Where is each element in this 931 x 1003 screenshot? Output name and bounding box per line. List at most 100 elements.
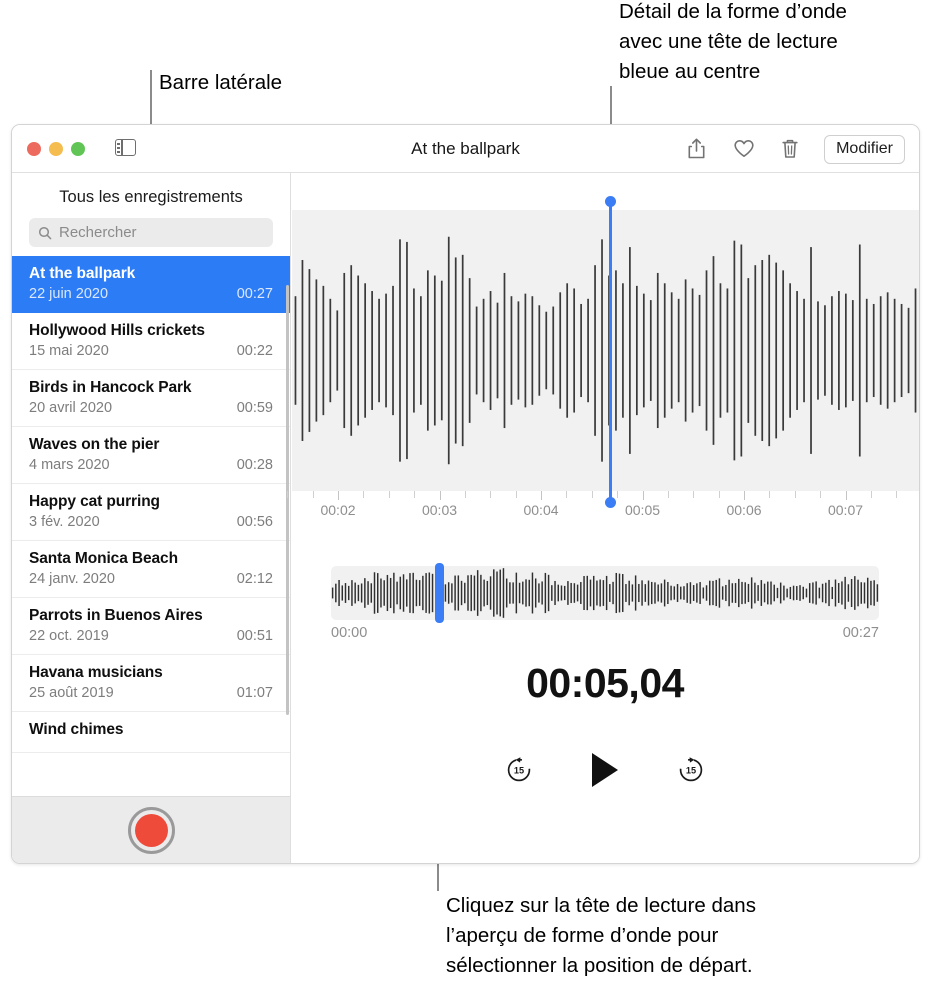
window-body: Tous les enregistrements At the ballpark… — [12, 173, 919, 863]
list-item[interactable]: Happy cat purring 3 fév. 2020 00:56 — [12, 484, 290, 541]
callout-waveform-detail-label: Détail de la forme d’onde avec une tête … — [619, 0, 847, 83]
recording-duration: 00:59 — [236, 400, 273, 416]
list-item[interactable]: Havana musicians 25 août 2019 01:07 — [12, 655, 290, 712]
ruler-tick — [515, 491, 517, 498]
ruler-tick — [464, 491, 466, 498]
ruler-tick — [870, 491, 872, 498]
search-input[interactable] — [59, 224, 264, 241]
ruler-label: 00:03 — [421, 502, 458, 518]
recording-duration: 00:56 — [236, 514, 273, 530]
trash-icon[interactable] — [780, 137, 801, 161]
sidebar-footer — [12, 796, 290, 863]
ruler-tick — [718, 491, 720, 498]
ruler-tick — [820, 491, 822, 498]
playhead-knob-bottom — [605, 497, 616, 508]
playback-controls: 15 15 — [291, 753, 919, 787]
recording-duration: 00:28 — [236, 457, 273, 473]
list-item[interactable]: Waves on the pier 4 mars 2020 00:28 — [12, 427, 290, 484]
ruler-label: 00:05 — [624, 502, 661, 518]
ruler-tick — [363, 491, 365, 498]
waveform-overview[interactable] — [331, 566, 879, 620]
search-icon — [38, 226, 52, 239]
ruler-tick — [541, 491, 542, 500]
ruler-tick — [566, 491, 568, 498]
overview-playhead-handle[interactable] — [435, 563, 444, 623]
record-button[interactable] — [127, 807, 175, 854]
recordings-list: At the ballpark 22 juin 2020 00:27 Hollywoo… — [12, 256, 290, 753]
ruler-label: 00:02 — [320, 502, 356, 518]
overview-end-time: 00:27 — [842, 625, 879, 641]
recording-name: Birds in Hancock Park — [29, 379, 192, 396]
recording-duration: 00:51 — [236, 628, 273, 644]
recording-date: 22 oct. 2019 — [29, 628, 109, 644]
ruler-tick — [490, 491, 492, 498]
ruler-tick — [896, 491, 898, 498]
waveform-detail[interactable] — [292, 210, 919, 491]
recording-name: At the ballpark — [29, 265, 136, 282]
ruler-tick — [287, 491, 289, 498]
sidebar-header-title: Tous les enregistrements — [59, 188, 243, 206]
ruler-tick — [414, 491, 416, 498]
recording-name: Waves on the pier — [29, 436, 160, 453]
list-item[interactable]: At the ballpark 22 juin 2020 00:27 — [12, 256, 290, 313]
ruler-tick — [338, 491, 339, 500]
list-item[interactable]: Wind chimes — [12, 712, 290, 753]
ruler-tick — [744, 491, 745, 500]
play-button[interactable] — [588, 753, 622, 787]
search-field[interactable] — [29, 218, 273, 247]
recording-name: Happy cat purring — [29, 493, 160, 510]
playhead-knob-top — [605, 196, 616, 207]
waveform-detail-bars — [294, 236, 917, 465]
callout-playhead-instruction-label: Cliquez sur la tête de lecture dans l’ap… — [446, 894, 756, 977]
ruler-label: 00:06 — [726, 502, 762, 518]
playhead-detail[interactable] — [605, 196, 616, 508]
edit-button[interactable]: Modifier — [824, 134, 905, 164]
ruler-tick — [617, 491, 619, 498]
svg-text:15: 15 — [686, 766, 696, 776]
recording-name: Santa Monica Beach — [29, 550, 178, 567]
waveform-overview-container: 00:00 00:27 — [331, 563, 879, 645]
time-ruler: 00:0200:0300:0400:0500:0600:0700:08 — [287, 491, 919, 527]
svg-text:15: 15 — [514, 766, 524, 776]
sidebar: Tous les enregistrements At the ballpark… — [12, 173, 291, 863]
recording-duration: 02:12 — [236, 571, 273, 587]
detail-pane: 00:0200:0300:0400:0500:0600:0700:08 00:0… — [287, 173, 919, 863]
waveform-overview-bars — [331, 568, 879, 618]
ruler-label: 00:07 — [827, 502, 864, 518]
share-icon[interactable] — [686, 137, 707, 161]
skip-back-15-icon[interactable]: 15 — [502, 753, 536, 787]
ruler-tick — [693, 491, 695, 498]
recording-duration: 00:27 — [236, 286, 273, 302]
skip-forward-15-icon[interactable]: 15 — [674, 753, 708, 787]
recording-name: Parrots in Buenos Aires — [29, 607, 203, 624]
ruler-tick — [591, 491, 593, 498]
recording-date: 15 mai 2020 — [29, 343, 109, 359]
ruler-tick — [794, 491, 796, 498]
list-item[interactable]: Hollywood Hills crickets 15 mai 2020 00:22 — [12, 313, 290, 370]
ruler-label: 00:04 — [523, 502, 559, 518]
window-titlebar: At the ballpark Modifier — [12, 125, 919, 173]
recording-date: 22 juin 2020 — [29, 286, 109, 302]
recording-date: 20 avril 2020 — [29, 400, 113, 416]
list-item[interactable]: Santa Monica Beach 24 janv. 2020 02:12 — [12, 541, 290, 598]
elapsed-time: 00:05,04 — [526, 660, 684, 706]
list-item[interactable]: Parrots in Buenos Aires 22 oct. 2019 00:51 — [12, 598, 290, 655]
ruler-tick — [667, 491, 669, 498]
recording-date: 3 fév. 2020 — [29, 514, 100, 530]
ruler-tick — [312, 491, 314, 498]
callout-sidebar-label: Barre latérale — [159, 71, 283, 94]
recording-duration: 01:07 — [236, 685, 273, 701]
list-item[interactable]: Birds in Hancock Park 20 avril 2020 00:59 — [12, 370, 290, 427]
ruler-tick — [642, 491, 644, 500]
recording-name: Havana musicians — [29, 664, 163, 681]
recording-date: 4 mars 2020 — [29, 457, 110, 473]
recording-name: Wind chimes — [29, 721, 124, 738]
search-container — [12, 218, 290, 256]
ruler-tick — [769, 491, 771, 498]
ruler-tick — [439, 491, 441, 500]
sidebar-scrollbar[interactable] — [285, 285, 289, 715]
toolbar-actions: Modifier — [686, 133, 905, 165]
recording-duration: 00:22 — [236, 343, 273, 359]
ruler-tick — [845, 491, 847, 500]
heart-icon[interactable] — [733, 137, 754, 161]
